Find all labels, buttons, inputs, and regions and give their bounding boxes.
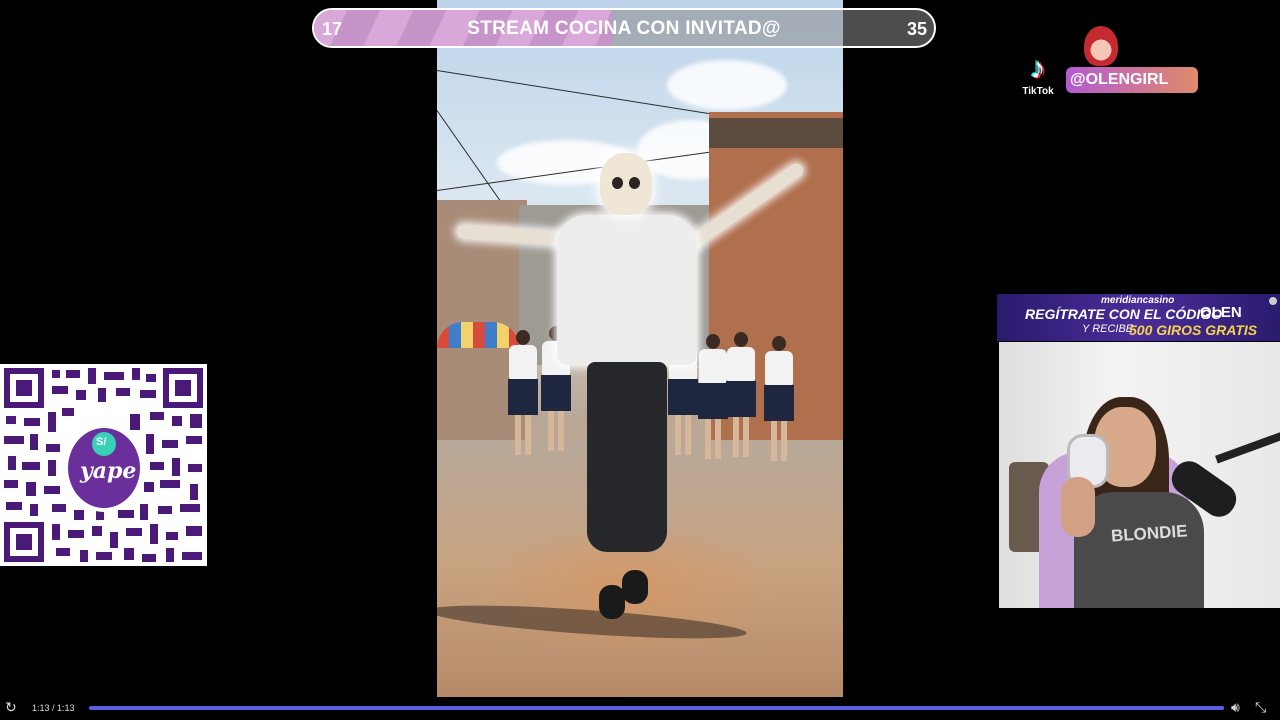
skull-eye — [629, 177, 640, 189]
ad-headline: REGÍTRATE CON EL CÓDIGO — [1025, 306, 1223, 322]
tiktok-label: TikTok — [1022, 86, 1054, 97]
seek-bar-fill — [89, 706, 1224, 710]
yape-badge: S/ — [96, 436, 107, 448]
yape-qr-code: S/ yape — [0, 364, 207, 566]
video-player-frame[interactable] — [437, 0, 843, 697]
student — [698, 334, 728, 459]
exit-fullscreen-icon[interactable]: ⤡ — [1255, 699, 1266, 716]
avatar — [1084, 26, 1118, 66]
streamer-webcam: BLONDIE — [999, 342, 1280, 608]
student — [508, 330, 538, 455]
student — [726, 332, 756, 457]
replay-icon[interactable]: ↻ — [5, 699, 17, 716]
stream-goal-banner: 17 STREAM COCINA CON INVITAD@ 35 — [312, 8, 936, 48]
ad-subline: Y RECIBE — [1082, 323, 1134, 335]
social-handle-pill: @OLENGIRL — [1066, 67, 1198, 93]
shoe — [622, 570, 648, 604]
tiktok-logo: ♪ TikTok — [1014, 52, 1062, 104]
skeleton-head — [600, 153, 652, 215]
skeleton-pants — [587, 362, 667, 552]
student — [764, 336, 794, 461]
skull-eye — [612, 177, 623, 189]
goal-title: STREAM COCINA CON INVITAD@ — [467, 18, 781, 39]
tiktok-icon: ♪ — [1030, 52, 1046, 85]
close-icon[interactable] — [1269, 297, 1277, 305]
player-controls: ↻ 1:13 / 1:13 🔊︎ ⤡ — [0, 697, 1280, 720]
goal-target: 35 — [906, 19, 927, 39]
roof — [709, 118, 843, 148]
cloud — [667, 60, 787, 110]
ad-offer: 500 GIROS GRATIS — [1129, 322, 1258, 338]
sponsor-ad-banner[interactable]: meridiancasino REGÍTRATE CON EL CÓDIGO O… — [997, 294, 1280, 341]
ad-brand: meridiancasino — [1101, 295, 1175, 306]
mic-arm — [1215, 428, 1280, 464]
streamer-hand — [1061, 477, 1095, 537]
ad-promo-code: OLEN — [1200, 304, 1242, 321]
skeleton-torso — [557, 215, 697, 365]
playback-time: 1:13 / 1:13 — [32, 703, 75, 713]
volume-icon[interactable]: 🔊︎ — [1231, 699, 1240, 716]
seek-bar[interactable] — [89, 706, 1224, 710]
social-handle: @OLENGIRL — [1070, 71, 1169, 88]
market-umbrella — [437, 322, 519, 348]
yape-logo-text: yape — [80, 458, 137, 484]
